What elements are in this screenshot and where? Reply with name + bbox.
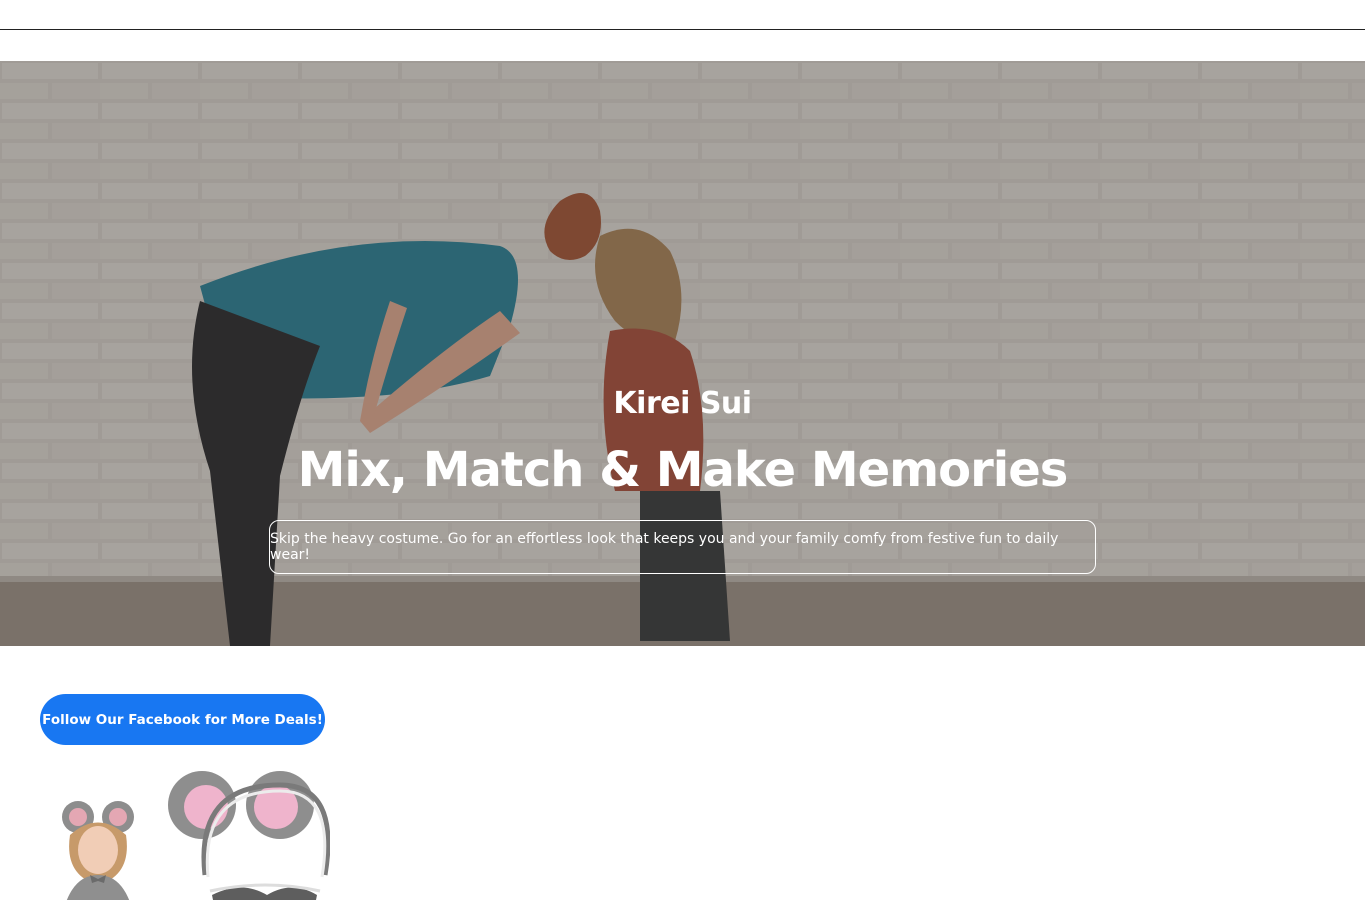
hero-description: Skip the heavy costume. Go for an effort… xyxy=(269,520,1096,574)
navigation-bar xyxy=(0,31,1365,61)
mouse-ears-headband-image xyxy=(62,771,330,900)
hero-brand-name: Kirei Sui xyxy=(613,386,752,421)
product-image-mouse-ears[interactable] xyxy=(40,765,330,900)
hero-banner: Kirei Sui Mix, Match & Make Memories Ski… xyxy=(0,61,1365,646)
hero-description-text: Skip the heavy costume. Go for an effort… xyxy=(270,531,1059,563)
hero-title: Mix, Match & Make Memories xyxy=(297,442,1069,498)
facebook-follow-button[interactable]: Follow Our Facebook for More Deals! xyxy=(40,694,325,745)
top-bar xyxy=(0,0,1365,30)
